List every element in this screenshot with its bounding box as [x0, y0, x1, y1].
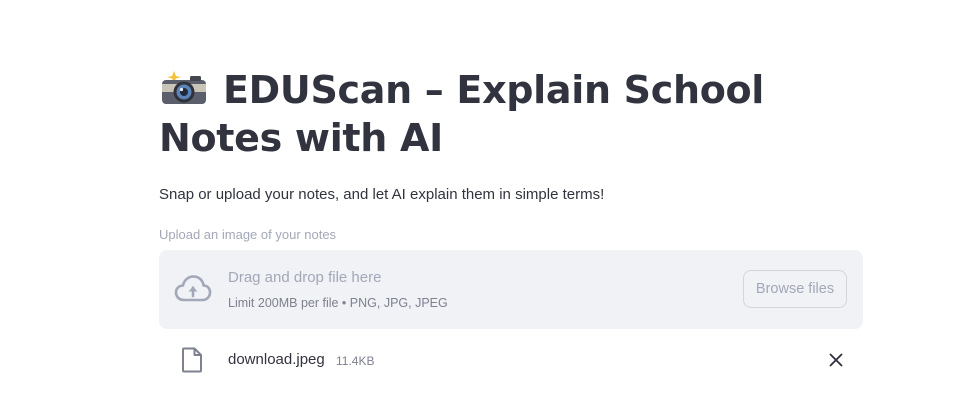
- camera-with-flash-icon: [162, 71, 206, 104]
- cloud-upload-icon: [174, 275, 212, 302]
- dropzone-limit-text: Limit 200MB per file • PNG, JPG, JPEG: [228, 296, 448, 310]
- file-icon: [182, 347, 202, 373]
- app-page: EDUScan – Explain School Notes with AI S…: [0, 0, 973, 402]
- uploaded-file-name: download.jpeg: [228, 351, 325, 368]
- page-title-text: EDUScan – Explain School Notes with AI: [159, 68, 765, 160]
- close-icon: [829, 353, 843, 367]
- page-title: EDUScan – Explain School Notes with AI: [159, 66, 863, 162]
- uploader-label: Upload an image of your notes: [159, 227, 337, 242]
- uploaded-file-row: download.jpeg 11.4KB: [159, 339, 863, 383]
- browse-files-button[interactable]: Browse files: [743, 270, 847, 308]
- file-dropzone[interactable]: Drag and drop file here Limit 200MB per …: [159, 250, 863, 329]
- remove-file-button[interactable]: [827, 351, 845, 369]
- dropzone-instructions: Drag and drop file here: [228, 269, 382, 286]
- page-subtitle: Snap or upload your notes, and let AI ex…: [159, 186, 605, 203]
- main-content: EDUScan – Explain School Notes with AI S…: [159, 66, 863, 383]
- uploaded-file-size: 11.4KB: [336, 354, 375, 368]
